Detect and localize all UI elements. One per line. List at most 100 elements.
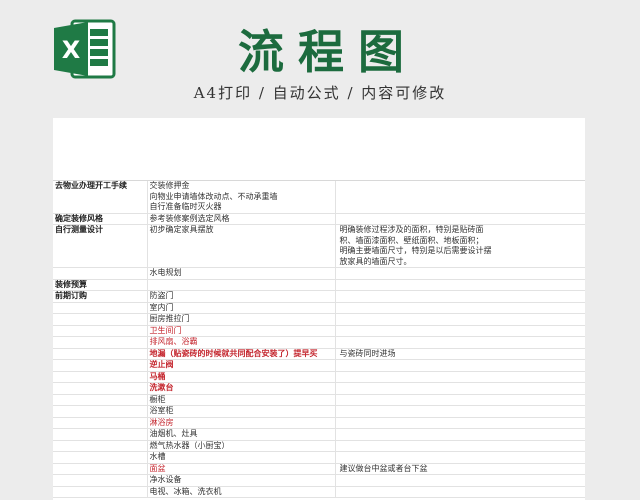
cell-stage[interactable] <box>53 313 148 326</box>
cell-task[interactable]: 厨房推拉门 <box>147 313 336 326</box>
cell-note-line: 积、墙面漆面积、壁纸面积、地板面积； <box>339 235 484 245</box>
table-row: 电视、冰箱、洗衣机 <box>53 486 585 498</box>
table-row: 排风扇、浴霸 <box>53 336 585 349</box>
cell-note[interactable] <box>335 290 585 303</box>
cell-note[interactable] <box>335 405 585 418</box>
cell-task[interactable]: 逆止阀 <box>147 359 336 372</box>
cell-note[interactable] <box>335 371 585 383</box>
cell-note-empty <box>340 395 583 405</box>
cell-task[interactable]: 初步确定家具摆放 <box>147 224 336 268</box>
cell-note-line: 放家具的墙面尺寸。 <box>339 256 412 266</box>
cell-task[interactable]: 净水设备 <box>147 474 336 487</box>
cell-stage[interactable] <box>53 486 148 498</box>
cell-task-line: 卫生间门 <box>149 325 182 335</box>
cell-task[interactable]: 马桶 <box>147 371 336 383</box>
cell-task[interactable]: 电视、冰箱、洗衣机 <box>147 486 336 498</box>
cell-stage[interactable] <box>53 336 148 349</box>
cell-stage[interactable]: 前期订购 <box>53 290 148 303</box>
cell-note-empty <box>340 280 583 290</box>
cell-note-empty <box>340 372 583 382</box>
cell-task[interactable]: 水槽 <box>147 451 336 464</box>
cell-note-line: 明确装修过程涉及的面积，特别是贴砖面 <box>339 225 484 234</box>
cell-stage[interactable] <box>53 417 148 429</box>
cell-stage[interactable] <box>53 382 148 395</box>
cell-note[interactable] <box>335 382 585 395</box>
cell-task[interactable]: 油烟机、灶具 <box>147 428 336 441</box>
table-row: 净水设备 <box>53 474 585 487</box>
cell-stage[interactable]: 去物业办理开工手续 <box>53 181 148 214</box>
cell-task[interactable]: 室内门 <box>147 302 336 314</box>
cell-task[interactable]: 面盆 <box>147 463 336 475</box>
table-row: 地漏（贴瓷砖的时候就共同配合安装了）提早买 与瓷砖同时进场 <box>53 348 585 360</box>
cell-task[interactable]: 洗漱台 <box>147 382 336 395</box>
cell-task[interactable]: 交装修押金 向物业申请墙体改动点、不动承重墙 自行准备临时灭火器 <box>147 181 336 214</box>
cell-task-line: 地漏（贴瓷砖的时候就共同配合安装了）提早买 <box>149 348 318 358</box>
cell-note-empty <box>340 429 583 439</box>
cell-task[interactable]: 浴室柜 <box>147 405 336 418</box>
cell-task-line: 浴室柜 <box>149 406 174 415</box>
cell-note[interactable] <box>335 213 585 225</box>
cell-task[interactable]: 卫生间门 <box>147 325 336 337</box>
cell-note[interactable] <box>335 451 585 464</box>
cell-stage[interactable] <box>53 440 148 452</box>
cell-note[interactable] <box>335 440 585 452</box>
cell-stage[interactable] <box>53 428 148 441</box>
cell-stage[interactable] <box>53 451 148 464</box>
cell-note[interactable] <box>335 359 585 372</box>
cell-task-line: 室内门 <box>149 302 174 312</box>
cell-task[interactable]: 燃气热水器（小厨宝） <box>147 440 336 452</box>
cell-note[interactable] <box>335 474 585 487</box>
cell-note-empty <box>340 326 583 336</box>
cell-stage[interactable]: 自行测量设计 <box>53 224 148 268</box>
cell-note[interactable]: 明确装修过程涉及的面积，特别是贴砖面 积、墙面漆面积、壁纸面积、地板面积； 明确主要… <box>335 224 585 268</box>
cell-stage[interactable] <box>53 348 148 360</box>
cell-task[interactable]: 水电规划 <box>147 267 336 280</box>
table-row: 前期订购 防盗门 <box>53 290 585 303</box>
cell-stage[interactable] <box>53 405 148 418</box>
cell-stage[interactable] <box>53 267 148 280</box>
cell-task[interactable]: 排风扇、浴霸 <box>147 336 336 349</box>
cell-note[interactable] <box>335 428 585 441</box>
cell-task-line: 防盗门 <box>149 291 174 300</box>
cell-task-line: 交装修押金 <box>149 181 190 190</box>
cell-task[interactable]: 橱柜 <box>147 394 336 406</box>
cell-note-empty <box>340 475 583 485</box>
cell-stage[interactable] <box>53 302 148 314</box>
cell-task[interactable]: 防盗门 <box>147 290 336 303</box>
cell-note-empty <box>340 337 583 347</box>
cell-note[interactable] <box>335 181 585 214</box>
cell-task[interactable] <box>147 279 336 291</box>
cell-stage[interactable] <box>53 463 148 475</box>
cell-stage[interactable]: 确定装修风格 <box>53 213 148 225</box>
cell-note[interactable] <box>335 302 585 314</box>
sheet-blank-header-area <box>53 118 585 181</box>
table-row: 室内门 <box>53 302 585 314</box>
cell-task[interactable]: 参考装修案例选定风格 <box>147 213 336 225</box>
cell-note[interactable] <box>335 336 585 349</box>
cell-note[interactable]: 与瓷砖同时进场 <box>335 348 585 360</box>
cell-task-line: 排风扇、浴霸 <box>149 337 198 346</box>
cell-note[interactable] <box>335 267 585 280</box>
cell-note[interactable]: 建议做台中盆或者台下盆 <box>335 463 585 475</box>
cell-note[interactable] <box>335 313 585 326</box>
cell-task-line: 水电规划 <box>149 268 182 277</box>
table-row: 自行测量设计 初步确定家具摆放 明确装修过程涉及的面积，特别是贴砖面 积、墙面漆面积、… <box>53 224 585 268</box>
cell-note-line: 与瓷砖同时进场 <box>339 348 396 358</box>
cell-note[interactable] <box>335 417 585 429</box>
cell-note[interactable] <box>335 394 585 406</box>
header-banner: X 流程图 A4打印 / 自动公式 / 内容可修改 <box>0 0 640 118</box>
cell-stage[interactable]: 装修预算 <box>53 279 148 291</box>
cell-note[interactable] <box>335 325 585 337</box>
cell-stage[interactable] <box>53 371 148 383</box>
cell-task-line: 参考装修案例选定风格 <box>149 213 230 223</box>
cell-note[interactable] <box>335 279 585 291</box>
cell-note-empty <box>340 487 583 497</box>
cell-task[interactable]: 地漏（贴瓷砖的时候就共同配合安装了）提早买 <box>147 348 336 360</box>
cell-stage[interactable] <box>53 359 148 372</box>
cell-stage[interactable] <box>53 474 148 487</box>
cell-task[interactable]: 淋浴房 <box>147 417 336 429</box>
cell-stage[interactable] <box>53 394 148 406</box>
cell-stage[interactable] <box>53 325 148 337</box>
cell-note-empty <box>340 303 583 313</box>
cell-note[interactable] <box>335 486 585 498</box>
